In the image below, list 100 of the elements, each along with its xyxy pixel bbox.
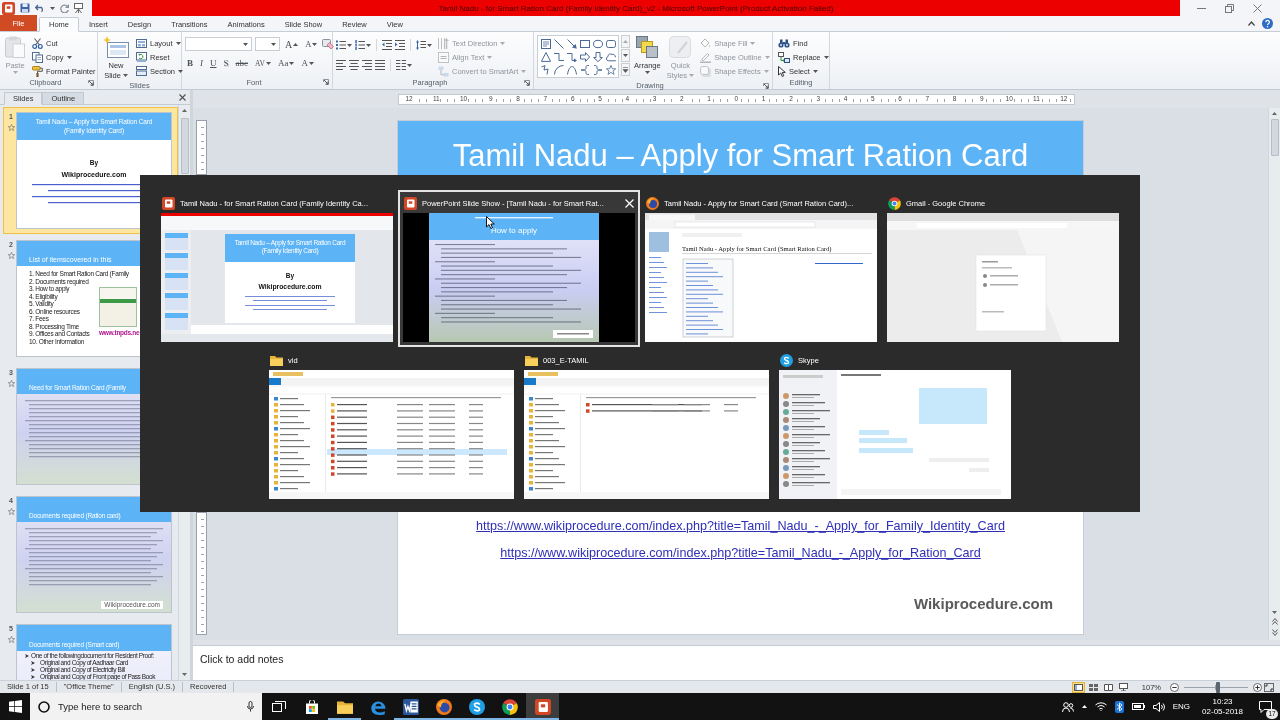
message-bubble bbox=[919, 388, 987, 424]
bluetooth-icon[interactable] bbox=[1114, 700, 1124, 713]
view-button[interactable] bbox=[1116, 681, 1130, 693]
columns-icon[interactable] bbox=[396, 60, 412, 70]
notes-field[interactable]: Click to add notes bbox=[193, 645, 1280, 680]
fit-to-window-icon[interactable] bbox=[1264, 682, 1274, 692]
font-size-field[interactable] bbox=[255, 37, 280, 51]
battery-icon[interactable] bbox=[1131, 703, 1145, 710]
microphone-icon[interactable] bbox=[247, 701, 254, 712]
close-icon[interactable] bbox=[179, 93, 186, 101]
collapse-ribbon-icon[interactable] bbox=[1248, 20, 1255, 26]
scrollbar-thumb[interactable] bbox=[180, 118, 189, 174]
view-button[interactable] bbox=[1086, 681, 1100, 693]
grow-font-button[interactable]: A bbox=[283, 36, 301, 52]
decrease-indent-icon[interactable] bbox=[382, 40, 392, 50]
font-name-field[interactable] bbox=[185, 37, 252, 51]
rectangle-icon[interactable] bbox=[579, 38, 590, 49]
curve-icon[interactable] bbox=[566, 64, 577, 75]
align-right-icon[interactable] bbox=[362, 60, 372, 70]
photo-placeholder bbox=[649, 232, 669, 252]
text-direction-icon bbox=[438, 37, 449, 49]
zoom-out-icon[interactable] bbox=[1170, 682, 1179, 692]
clear-formatting-icon[interactable] bbox=[322, 38, 335, 50]
help-icon[interactable] bbox=[1262, 17, 1273, 29]
site-name: Wikiprocedure.com bbox=[913, 595, 1053, 612]
gallery-more-icon[interactable] bbox=[621, 63, 630, 76]
cursor-icon bbox=[778, 65, 786, 77]
scrollbar[interactable] bbox=[1268, 108, 1280, 640]
paintbrush-icon bbox=[32, 65, 43, 77]
caret-icon[interactable] bbox=[50, 6, 55, 10]
redo-icon[interactable] bbox=[60, 3, 69, 13]
shrink-font-button[interactable]: A bbox=[303, 36, 320, 52]
down-arrow-icon[interactable] bbox=[592, 51, 603, 62]
dialog-launcher-icon[interactable] bbox=[524, 79, 530, 86]
speaker-icon[interactable] bbox=[1152, 701, 1165, 712]
minimize-icon[interactable] bbox=[1197, 7, 1206, 9]
triangle-icon[interactable] bbox=[540, 51, 551, 62]
gallery-down-icon[interactable] bbox=[621, 49, 630, 62]
clock-time[interactable]: 10:23 bbox=[1212, 696, 1233, 707]
line-icon[interactable] bbox=[553, 38, 564, 49]
star-icon[interactable] bbox=[605, 64, 616, 75]
caret-icon bbox=[312, 42, 318, 46]
align-left-icon[interactable] bbox=[336, 60, 346, 70]
link[interactable]: https://www.wikiprocedure.com/index.php?title=Tamil_Nadu_-_Apply_for_Family_Identity_Card bbox=[476, 519, 1005, 534]
start-icon[interactable] bbox=[8, 700, 22, 713]
oval-icon[interactable] bbox=[592, 38, 603, 49]
case-button[interactable]: Aa bbox=[275, 55, 297, 71]
zoom-in-icon[interactable] bbox=[1253, 682, 1262, 692]
line-spacing-icon[interactable] bbox=[416, 40, 432, 50]
dialog-launcher-icon[interactable] bbox=[88, 79, 94, 86]
caret-icon bbox=[243, 42, 248, 46]
taskbar-button[interactable] bbox=[526, 693, 559, 720]
justify-icon[interactable] bbox=[375, 60, 385, 70]
dialog-launcher-icon[interactable] bbox=[323, 79, 329, 85]
link[interactable]: https://www.wikiprocedure.com/index.php?title=Tamil_Nadu_-_Apply_for_Ration_Card bbox=[500, 546, 981, 561]
elbow-arrow-icon[interactable] bbox=[566, 51, 577, 62]
previous-slide-icon[interactable] bbox=[1271, 618, 1278, 625]
align-center-icon[interactable] bbox=[349, 60, 359, 70]
elbow-connector-icon[interactable] bbox=[553, 51, 564, 62]
increase-indent-icon[interactable] bbox=[395, 40, 405, 50]
pencil-icon bbox=[700, 51, 712, 63]
rounded-rectangle-icon[interactable] bbox=[605, 38, 616, 49]
bold-button[interactable]: B bbox=[185, 55, 195, 71]
left-brace-icon[interactable] bbox=[579, 64, 590, 75]
view-button[interactable] bbox=[1071, 681, 1085, 693]
italic-button[interactable]: I bbox=[198, 55, 205, 71]
undo-icon[interactable] bbox=[35, 4, 45, 12]
numbering-icon[interactable] bbox=[355, 40, 371, 50]
language-indicator[interactable]: ENG bbox=[1172, 702, 1191, 711]
caret-icon[interactable] bbox=[1272, 611, 1277, 614]
bullets-icon[interactable] bbox=[336, 40, 352, 50]
right-brace-icon[interactable] bbox=[592, 64, 603, 75]
search-field[interactable]: Type here to search bbox=[30, 693, 262, 720]
slider-thumb[interactable] bbox=[1215, 681, 1220, 693]
right-arrow-icon[interactable] bbox=[579, 51, 590, 62]
squiggle-icon[interactable] bbox=[540, 64, 551, 75]
people-icon[interactable] bbox=[1061, 701, 1074, 712]
view-button[interactable] bbox=[1101, 681, 1115, 693]
strike-button[interactable]: abc bbox=[233, 55, 251, 71]
arrow-icon[interactable] bbox=[566, 38, 577, 49]
dialog-launcher-icon[interactable] bbox=[763, 82, 769, 89]
cloud-icon[interactable] bbox=[605, 51, 616, 62]
shapes-gallery[interactable] bbox=[537, 35, 619, 78]
save-icon[interactable] bbox=[20, 3, 30, 13]
underline-button[interactable]: U bbox=[208, 55, 219, 71]
caret-icon[interactable] bbox=[182, 673, 187, 676]
link-lines-drawing bbox=[649, 257, 667, 313]
caret-up-icon[interactable] bbox=[1081, 705, 1087, 708]
next-slide-icon[interactable] bbox=[1271, 629, 1278, 636]
wifi-icon[interactable] bbox=[1094, 702, 1107, 711]
text-box-icon[interactable] bbox=[540, 38, 551, 49]
easel-icon[interactable] bbox=[74, 3, 83, 13]
app-icon bbox=[162, 196, 175, 210]
color-button[interactable]: A bbox=[299, 55, 316, 71]
notification-icon[interactable] bbox=[1259, 700, 1272, 713]
shadow-button[interactable]: S bbox=[221, 55, 231, 71]
scrollbar-thumb[interactable] bbox=[1270, 119, 1279, 156]
restore-icon[interactable] bbox=[1225, 3, 1234, 13]
arc-icon[interactable] bbox=[553, 64, 564, 75]
clock-date[interactable]: 02-05-2018 bbox=[1202, 706, 1243, 717]
